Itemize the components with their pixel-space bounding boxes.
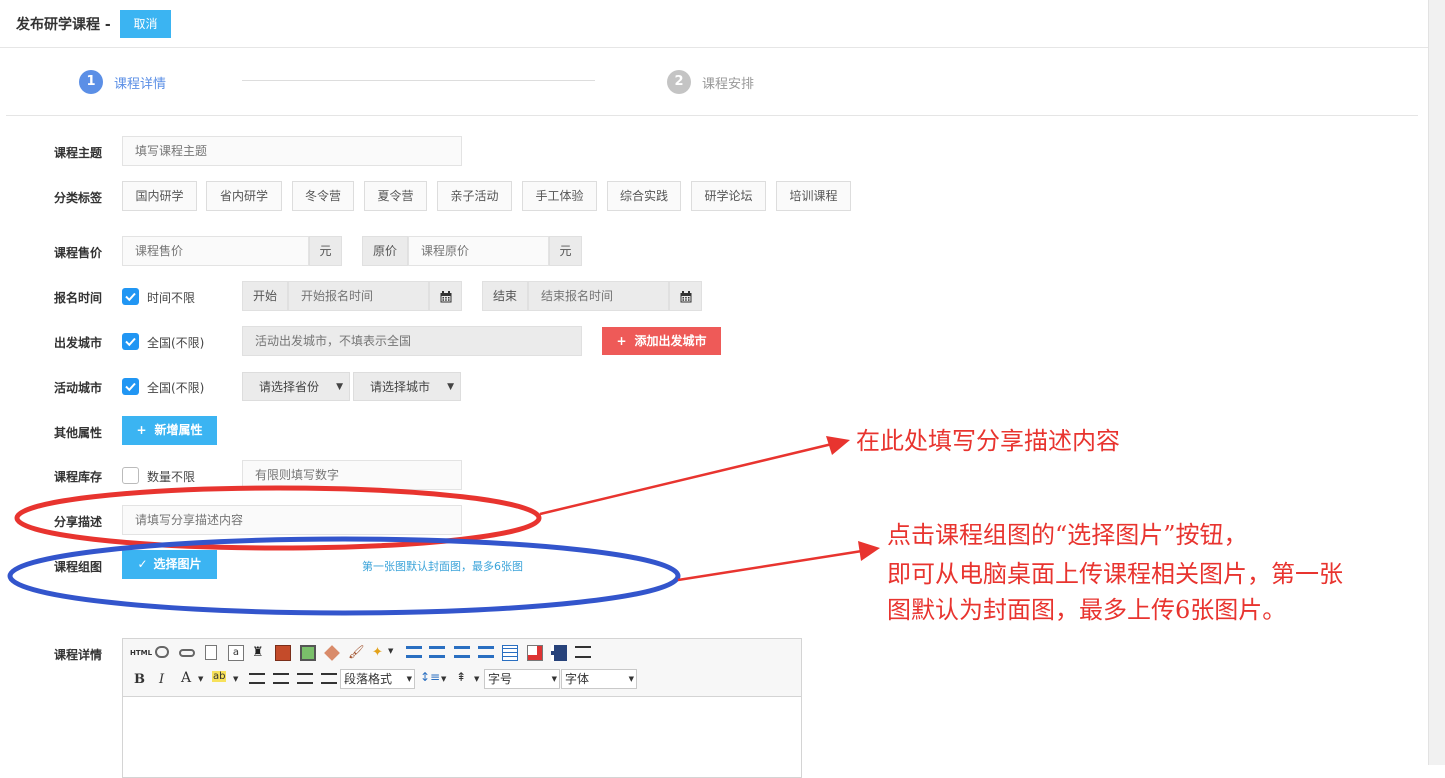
share-arrow-line	[539, 442, 833, 516]
gallery-annotation-line-2: 即可从电脑桌面上传课程相关图片，第一张	[887, 560, 1343, 588]
gallery-highlight-ellipse	[7, 536, 681, 616]
gallery-annotation-line-1: 点击课程组图的“选择图片”按钮，	[887, 521, 1248, 549]
share-annotation-text: 在此处填写分享描述内容	[856, 427, 1120, 455]
gallery-annotation-line-3: 图默认为封面图，最多上传6张图片。	[887, 596, 1287, 624]
gallery-arrow-line	[677, 549, 863, 582]
share-arrow-head	[826, 436, 850, 455]
annotation-overlay	[7, 436, 880, 616]
gallery-arrow-head	[858, 541, 880, 561]
